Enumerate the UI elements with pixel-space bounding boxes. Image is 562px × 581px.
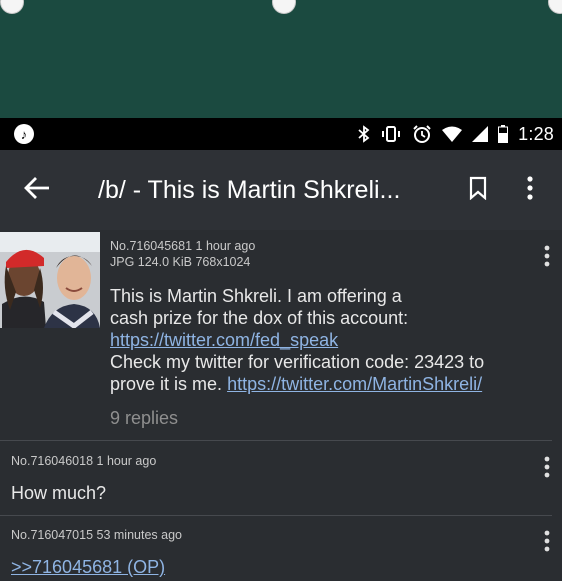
quote-link[interactable]: >>716045681 (OP) [11,557,165,577]
reply-post: No.716046018 1 hour ago How much? [0,441,562,515]
post-overflow-button[interactable] [537,243,557,273]
cell-signal-icon [472,124,489,144]
arrow-back-icon [23,174,51,207]
post-number[interactable]: No.716045681 [110,239,192,253]
comment-line: cash prize for the dox of this account: [110,308,409,328]
post-header: No.716047015 53 minutes ago [11,528,182,543]
resize-handle-left[interactable] [0,0,24,14]
twitter-link-martinshkreli[interactable]: https://twitter.com/MartinShkreli/ [227,374,482,394]
replies-count[interactable]: 9 replies [110,408,178,429]
more-vert-icon [544,530,550,557]
post-header: No.716045681 1 hour ago [110,239,255,254]
alarm-icon [412,124,432,144]
reply-post: No.716047015 53 minutes ago >>716045681 … [0,516,562,581]
resize-handle-center[interactable] [272,0,296,14]
post-thumbnail[interactable] [0,232,100,328]
post-header: No.716046018 1 hour ago [11,454,156,469]
status-time: 1:28 [518,123,554,144]
music-note-icon: ♪ [14,124,34,144]
post-overflow-button[interactable] [537,528,557,558]
post-overflow-button[interactable] [537,454,557,484]
status-bar: ♪ 1:28 [0,118,562,150]
resize-handle-right[interactable] [548,0,562,14]
file-info: JPG 124.0 KiB 768x1024 [110,255,251,269]
more-vert-icon [544,245,550,272]
post-age: 1 hour ago [96,454,157,468]
wifi-icon [442,124,463,144]
post-age: 1 hour ago [195,239,256,253]
comment-line: Check my twitter for verification code: … [110,352,485,372]
post-age: 53 minutes ago [96,528,182,542]
more-vert-icon [527,175,533,205]
bookmark-icon [469,176,487,205]
comment-line: prove it is me. [110,374,223,394]
post-comment: This is Martin Shkreli. I am offering a … [110,285,550,395]
app-bar: /b/ - This is Martin Shkreli... [0,150,562,230]
more-vert-icon [544,456,550,483]
vibrate-icon [380,124,402,144]
twitter-link-fed-speak[interactable]: https://twitter.com/fed_speak [110,330,338,350]
op-post: No.716045681 1 hour ago JPG 124.0 KiB 76… [0,230,562,440]
post-number[interactable]: No.716047015 [11,528,93,542]
overflow-menu-button[interactable] [512,170,548,210]
bookmark-button[interactable] [458,170,498,210]
battery-icon [498,124,509,144]
back-button[interactable] [0,150,74,230]
top-background [0,0,562,118]
thread-title: /b/ - This is Martin Shkreli... [98,175,401,204]
comment-line: This is Martin Shkreli. I am offering a [110,286,402,306]
post-number[interactable]: No.716046018 [11,454,93,468]
post-comment: How much? [11,483,107,503]
bluetooth-icon [358,124,370,144]
